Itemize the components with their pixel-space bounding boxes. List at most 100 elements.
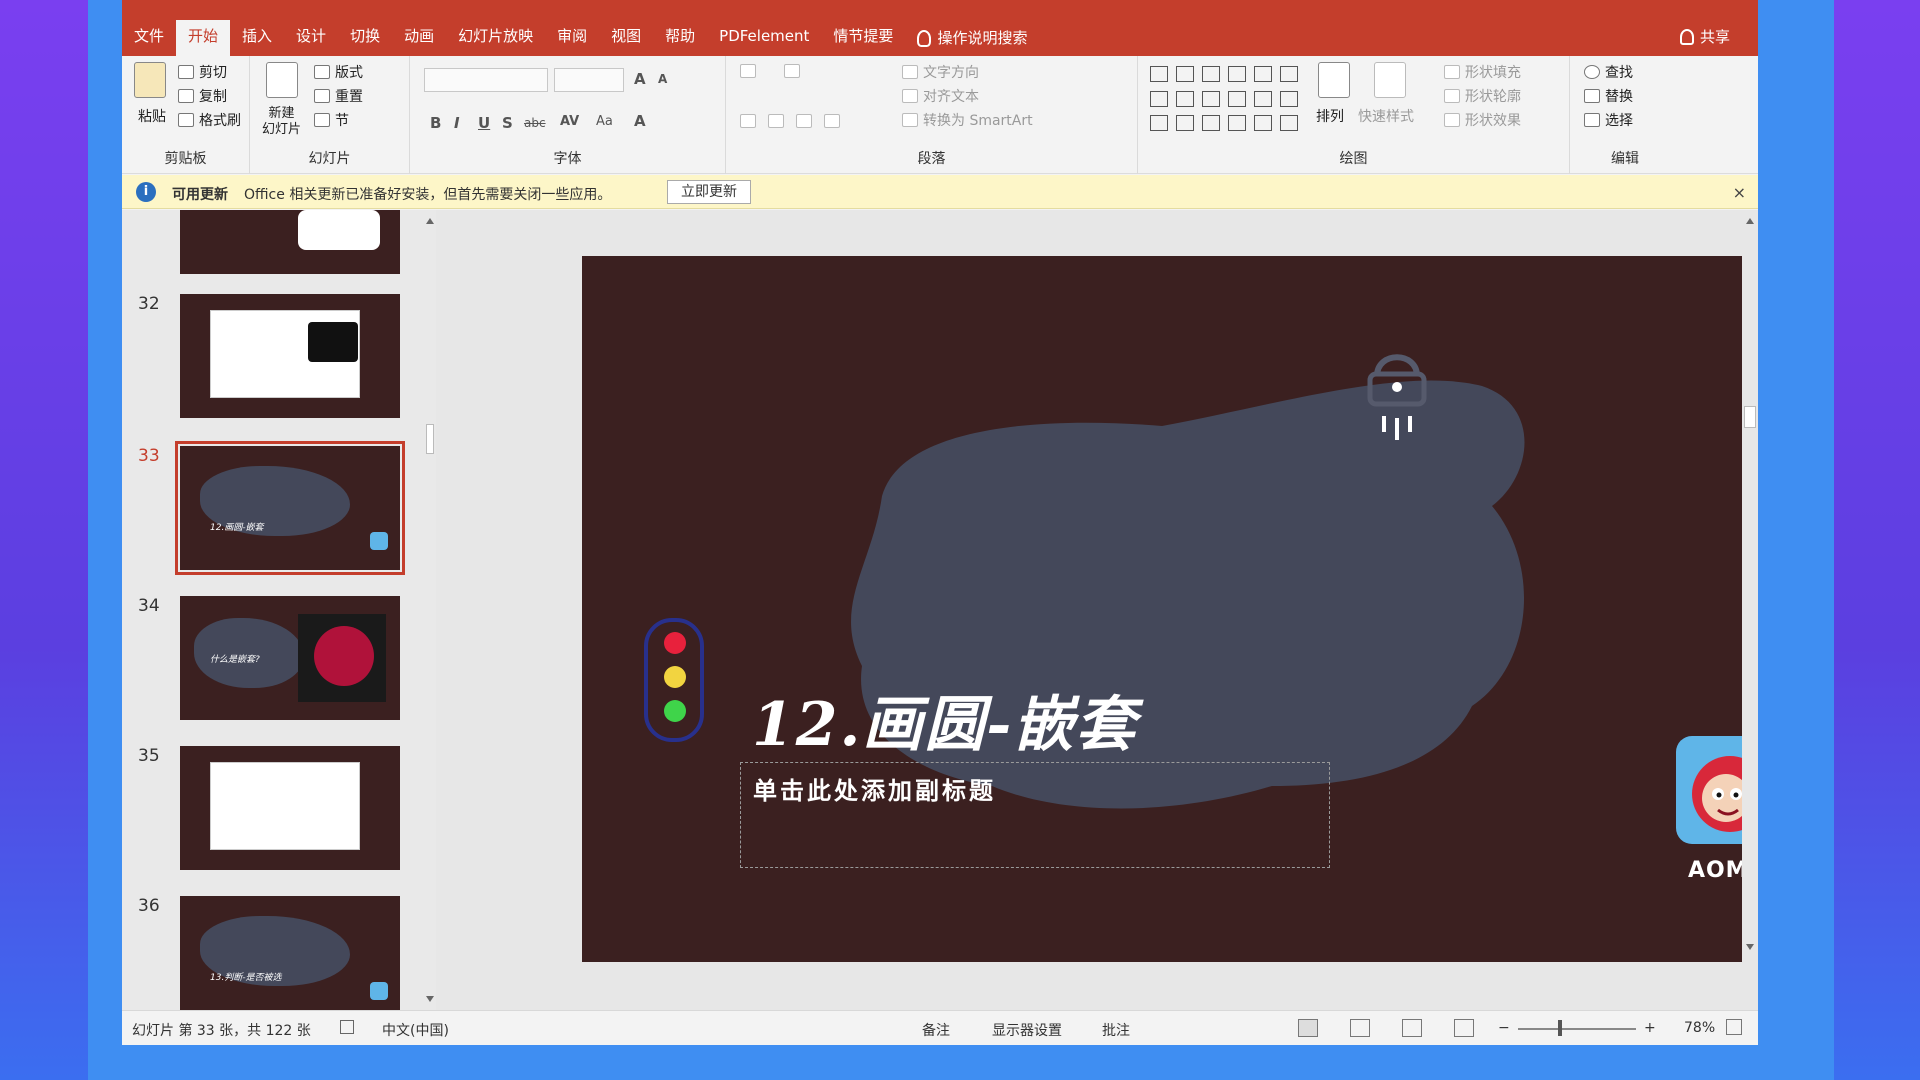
font-size-combo[interactable]	[554, 68, 624, 92]
fit-to-window-icon[interactable]	[1726, 1019, 1742, 1035]
text-direction-button[interactable]: 文字方向	[902, 62, 979, 82]
subtitle-placeholder[interactable]: 单击此处添加副标题	[740, 762, 1330, 868]
thumbnail-scrollbar[interactable]	[424, 210, 436, 1010]
spellcheck-icon[interactable]	[340, 1020, 354, 1034]
select-button[interactable]: 选择	[1584, 110, 1633, 130]
scrollbar-thumb[interactable]	[426, 424, 434, 454]
scroll-up-icon[interactable]	[1746, 218, 1754, 224]
reset-button[interactable]: 重置	[314, 86, 363, 106]
thumbnail-item-selected[interactable]: 33 12.画圆-嵌套	[122, 441, 422, 575]
align-center-button[interactable]	[768, 114, 784, 128]
section-button[interactable]: 节	[314, 110, 349, 130]
thumbnail-item[interactable]: 36 13.判断-是否被选	[122, 896, 422, 1010]
shape-effects-button[interactable]: 形状效果	[1444, 110, 1521, 130]
close-icon[interactable]: ×	[1733, 183, 1746, 202]
change-case-button[interactable]: Aa	[596, 114, 613, 129]
tab-slideshow[interactable]: 幻灯片放映	[446, 20, 545, 56]
shape-fill-button[interactable]: 形状填充	[1444, 62, 1521, 82]
cut-button[interactable]: 剪切	[178, 62, 227, 82]
scroll-down-icon[interactable]	[1746, 944, 1754, 950]
slideshow-view-icon[interactable]	[1454, 1019, 1474, 1037]
font-color-button[interactable]: A	[634, 112, 646, 130]
strikethrough-button[interactable]: abc	[524, 116, 546, 130]
tell-me-search[interactable]: 操作说明搜索	[905, 20, 1039, 56]
section-icon	[314, 113, 330, 127]
scrollbar-thumb[interactable]	[1744, 406, 1756, 428]
bullets-button[interactable]	[740, 64, 756, 78]
scroll-up-icon[interactable]	[426, 218, 434, 224]
reset-label: 重置	[335, 89, 363, 105]
align-text-button[interactable]: 对齐文本	[902, 86, 979, 106]
copy-button[interactable]: 复制	[178, 86, 227, 106]
tab-insert[interactable]: 插入	[230, 20, 284, 56]
normal-view-icon[interactable]	[1298, 1019, 1318, 1037]
zoom-slider-track[interactable]	[1518, 1028, 1636, 1030]
paint-bucket-icon	[1444, 65, 1460, 79]
tab-storyboard[interactable]: 情节提要	[821, 20, 905, 56]
thumbnail-item[interactable]: 34 什么是嵌套?	[122, 596, 422, 720]
tab-transitions[interactable]: 切换	[338, 20, 392, 56]
notes-button[interactable]: 备注	[922, 1020, 950, 1040]
slide-title[interactable]: 12.画圆-嵌套	[752, 676, 1137, 763]
effects-icon	[1444, 113, 1460, 127]
grow-font-icon[interactable]: A	[634, 70, 646, 88]
thumbnail-caption: 13.判断-是否被选	[210, 973, 282, 983]
bold-button[interactable]: B	[430, 114, 441, 132]
arrange-button[interactable]: 排列	[1316, 106, 1344, 126]
justify-button[interactable]	[824, 114, 840, 128]
align-left-button[interactable]	[740, 114, 756, 128]
language-indicator[interactable]: 中文(中国)	[382, 1020, 449, 1040]
shape-outline-button[interactable]: 形状轮廓	[1444, 86, 1521, 106]
thumbnail-item[interactable]: 32	[122, 294, 422, 418]
slide-scrollbar[interactable]	[1742, 210, 1758, 1010]
zoom-level[interactable]: 78%	[1684, 1020, 1715, 1036]
shapes-gallery[interactable]	[1150, 66, 1300, 136]
char-spacing-button[interactable]: AV	[560, 114, 579, 129]
font-family-combo[interactable]	[424, 68, 548, 92]
tab-design[interactable]: 设计	[284, 20, 338, 56]
scroll-down-icon[interactable]	[426, 996, 434, 1002]
layout-button[interactable]: 版式	[314, 62, 363, 82]
tab-help[interactable]: 帮助	[653, 20, 707, 56]
thumbnail-caption: 12.画圆-嵌套	[210, 523, 264, 533]
shape-fill-label: 形状填充	[1465, 65, 1521, 81]
shrink-font-icon[interactable]: A	[658, 72, 667, 86]
convert-smartart-button[interactable]: 转换为 SmartArt	[902, 110, 1033, 130]
tab-animations[interactable]: 动画	[392, 20, 446, 56]
thumbnail-item[interactable]: 35	[122, 746, 422, 870]
lightbulb-icon	[917, 29, 932, 47]
reading-view-icon[interactable]	[1402, 1019, 1422, 1037]
italic-button[interactable]: I	[454, 114, 460, 132]
tab-review[interactable]: 审阅	[545, 20, 599, 56]
update-notification-bar: i 可用更新 Office 相关更新已准备好安装，但首先需要关闭一些应用。 立即…	[122, 175, 1758, 209]
layout-icon	[314, 65, 330, 79]
quick-styles-button[interactable]: 快速样式	[1358, 106, 1414, 126]
share-button[interactable]: 共享	[1679, 26, 1730, 47]
align-center-icon	[768, 114, 784, 128]
find-button[interactable]: 查找	[1584, 62, 1633, 82]
underline-button[interactable]: U	[478, 114, 490, 132]
update-now-button[interactable]: 立即更新	[667, 180, 751, 204]
tab-view[interactable]: 视图	[599, 20, 653, 56]
tab-pdfelement[interactable]: PDFelement	[707, 20, 821, 56]
drawing-group: 排列 快速样式 形状填充 形状轮廓 形状效果 绘图	[1138, 56, 1570, 174]
paste-button[interactable]: 粘贴	[138, 106, 166, 126]
thumbnail-number: 34	[138, 596, 160, 616]
display-settings-button[interactable]: 显示器设置	[992, 1020, 1062, 1040]
zoom-slider-thumb[interactable]	[1558, 1020, 1562, 1036]
thumbnail-item[interactable]	[122, 210, 422, 274]
new-slide-button[interactable]: 新建 幻灯片	[262, 106, 301, 138]
numbering-button[interactable]	[784, 64, 800, 78]
format-painter-button[interactable]: 格式刷	[178, 110, 241, 130]
align-left-icon	[740, 114, 756, 128]
comments-button[interactable]: 批注	[1102, 1020, 1130, 1040]
tab-file[interactable]: 文件	[122, 20, 176, 56]
shadow-button[interactable]: S	[502, 114, 513, 132]
zoom-out-button[interactable]: −	[1498, 1020, 1510, 1036]
slide-sorter-icon[interactable]	[1350, 1019, 1370, 1037]
tab-home[interactable]: 开始	[176, 20, 231, 56]
replace-button[interactable]: 替换	[1584, 86, 1633, 106]
align-right-button[interactable]	[796, 114, 812, 128]
thumbnail-screenshot	[210, 762, 360, 850]
zoom-in-button[interactable]: +	[1644, 1020, 1656, 1036]
